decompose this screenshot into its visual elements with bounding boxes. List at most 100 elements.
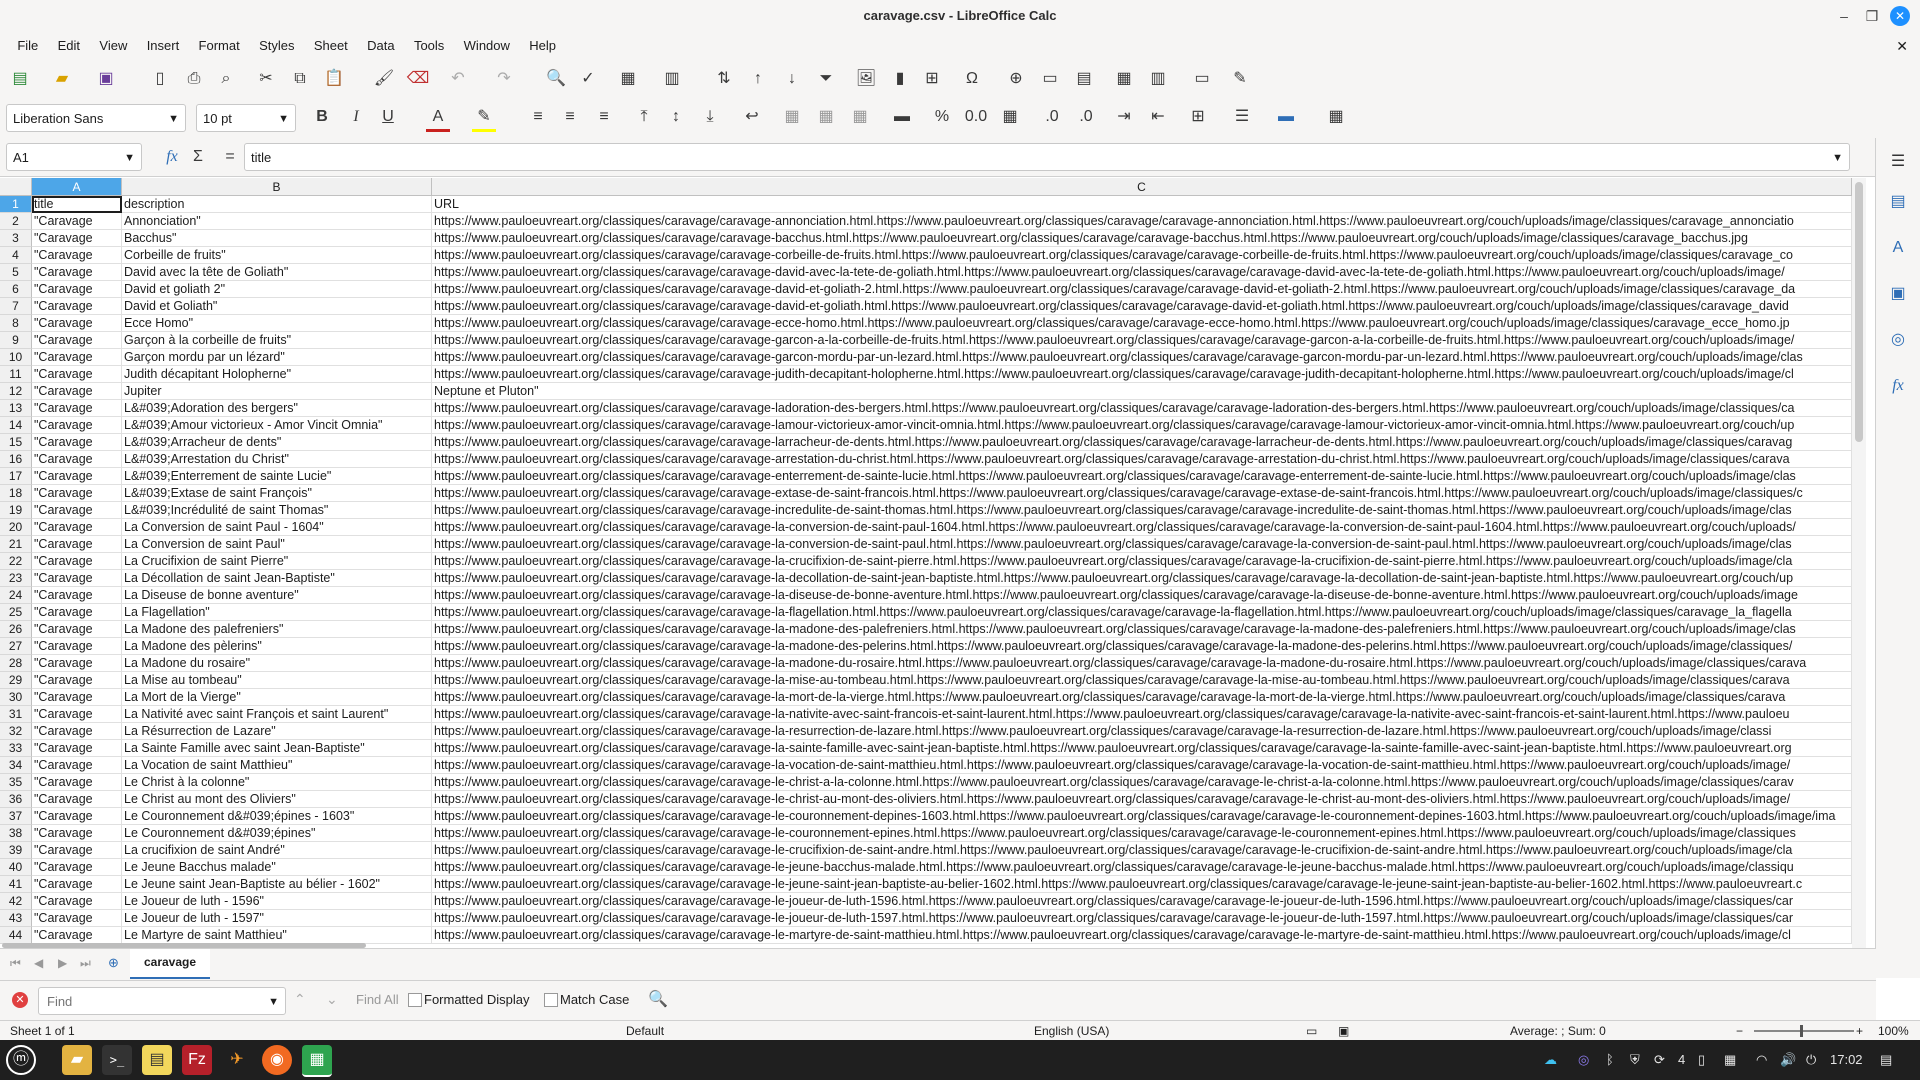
- row-header[interactable]: 21: [0, 536, 32, 553]
- row-header[interactable]: 44: [0, 927, 32, 944]
- row-header[interactable]: 11: [0, 366, 32, 383]
- menu-file[interactable]: File: [9, 32, 46, 60]
- menu-format[interactable]: Format: [191, 32, 248, 60]
- cell-a[interactable]: title: [32, 196, 122, 213]
- shield-icon[interactable]: ⛨: [1630, 1050, 1640, 1070]
- horizontal-scrollbar[interactable]: [2, 943, 366, 948]
- hyperlink-icon[interactable]: ⊕: [1004, 67, 1028, 91]
- cell-a[interactable]: "Caravage: [32, 298, 122, 315]
- find-input[interactable]: [45, 993, 249, 1010]
- row-header[interactable]: 34: [0, 757, 32, 774]
- cell-b[interactable]: Le Jeune saint Jean-Baptiste au bélier -…: [122, 876, 432, 893]
- cell-a[interactable]: "Caravage: [32, 417, 122, 434]
- date-format-icon[interactable]: ▦: [998, 105, 1022, 129]
- menu-window[interactable]: Window: [456, 32, 518, 60]
- language-status[interactable]: English (USA): [1034, 1021, 1109, 1041]
- find-replace-icon[interactable]: 🔍: [544, 67, 568, 91]
- border-style-icon[interactable]: ☰: [1230, 105, 1254, 129]
- chevron-down-icon[interactable]: ▼: [168, 105, 179, 133]
- row-header[interactable]: 37: [0, 808, 32, 825]
- border-color-icon[interactable]: ▬: [1274, 105, 1298, 129]
- pivot-table-icon[interactable]: ⊞: [920, 67, 944, 91]
- row-header[interactable]: 17: [0, 468, 32, 485]
- row-header[interactable]: 25: [0, 604, 32, 621]
- cell-c[interactable]: https://www.pauloeuvreart.org/classiques…: [432, 723, 1852, 740]
- find-replace-icon[interactable]: 🔍: [648, 989, 668, 1009]
- decrease-indent-icon[interactable]: ⇤: [1146, 105, 1170, 129]
- clipboard-icon[interactable]: ▯: [1698, 1050, 1705, 1070]
- notifications-icon[interactable]: ▤: [1880, 1050, 1892, 1070]
- cell-a[interactable]: "Caravage: [32, 485, 122, 502]
- insert-image-icon[interactable]: 🖼: [854, 67, 878, 91]
- show-draw-functions-icon[interactable]: ✎: [1228, 67, 1252, 91]
- menu-sheet[interactable]: Sheet: [306, 32, 356, 60]
- cell-c[interactable]: https://www.pauloeuvreart.org/classiques…: [432, 485, 1852, 502]
- align-top-icon[interactable]: ⤒: [632, 105, 656, 129]
- cell-b[interactable]: Le Jeune Bacchus malade": [122, 859, 432, 876]
- formula-input[interactable]: title ▼: [244, 143, 1850, 171]
- cell-b[interactable]: description: [122, 196, 432, 213]
- freeze-rows-icon[interactable]: ▥: [1146, 67, 1170, 91]
- cell-b[interactable]: L&#039;Enterrement de sainte Lucie": [122, 468, 432, 485]
- row-header[interactable]: 40: [0, 859, 32, 876]
- row-header[interactable]: 39: [0, 842, 32, 859]
- spreadsheet-grid[interactable]: A B C 1 title description URL 2 "Caravage Ann…: [0, 178, 1852, 948]
- formula-button[interactable]: =: [218, 145, 242, 169]
- cell-a[interactable]: "Caravage: [32, 842, 122, 859]
- export-pdf-icon[interactable]: ▯: [148, 67, 172, 91]
- cell-c[interactable]: https://www.pauloeuvreart.org/classiques…: [432, 332, 1852, 349]
- open-folder-icon[interactable]: ▰: [50, 67, 74, 91]
- minimize-button[interactable]: –: [1834, 6, 1854, 26]
- chevron-down-icon[interactable]: ▼: [268, 988, 279, 1016]
- cloud-icon[interactable]: ☁: [1544, 1050, 1557, 1070]
- delete-decimal-icon[interactable]: .0: [1074, 105, 1098, 129]
- menu-view[interactable]: View: [91, 32, 135, 60]
- chevron-down-icon[interactable]: ▼: [124, 144, 135, 172]
- cell-b[interactable]: La Décollation de saint Jean-Baptiste": [122, 570, 432, 587]
- column-header-a[interactable]: A: [32, 178, 122, 196]
- cell-a[interactable]: "Caravage: [32, 774, 122, 791]
- close-document-button[interactable]: ✕: [1896, 32, 1908, 60]
- cell-a[interactable]: "Caravage: [32, 281, 122, 298]
- cell-c[interactable]: https://www.pauloeuvreart.org/classiques…: [432, 859, 1852, 876]
- cell-c[interactable]: https://www.pauloeuvreart.org/classiques…: [432, 468, 1852, 485]
- navigator-icon[interactable]: ◎: [1886, 328, 1910, 352]
- cell-c[interactable]: https://www.pauloeuvreart.org/classiques…: [432, 604, 1852, 621]
- formatted-display-checkbox[interactable]: [408, 993, 422, 1007]
- close-window-button[interactable]: ✕: [1890, 6, 1910, 26]
- cell-c[interactable]: https://www.pauloeuvreart.org/classiques…: [432, 757, 1852, 774]
- app-bird-icon[interactable]: ✈: [222, 1045, 252, 1075]
- cell-c[interactable]: URL: [432, 196, 1852, 213]
- row-header[interactable]: 42: [0, 893, 32, 910]
- cell-c[interactable]: https://www.pauloeuvreart.org/classiques…: [432, 451, 1852, 468]
- cell-c[interactable]: https://www.pauloeuvreart.org/classiques…: [432, 400, 1852, 417]
- properties-icon[interactable]: ▤: [1886, 190, 1910, 214]
- cell-c[interactable]: https://www.pauloeuvreart.org/classiques…: [432, 927, 1852, 944]
- cell-b[interactable]: Ecce Homo": [122, 315, 432, 332]
- cell-c[interactable]: https://www.pauloeuvreart.org/classiques…: [432, 519, 1852, 536]
- cell-b[interactable]: La Nativité avec saint François et saint…: [122, 706, 432, 723]
- merge-center-icon[interactable]: ▦: [780, 105, 804, 129]
- cell-b[interactable]: L&#039;Incrédulité de saint Thomas": [122, 502, 432, 519]
- cell-b[interactable]: Le Couronnement d&#039;épines - 1603": [122, 808, 432, 825]
- row-header[interactable]: 31: [0, 706, 32, 723]
- menu-insert[interactable]: Insert: [139, 32, 188, 60]
- column-header-c[interactable]: C: [432, 178, 1852, 196]
- row-header[interactable]: 33: [0, 740, 32, 757]
- menu-data[interactable]: Data: [359, 32, 402, 60]
- first-sheet-icon[interactable]: ⏮: [10, 956, 21, 971]
- cell-b[interactable]: La Sainte Famille avec saint Jean-Baptis…: [122, 740, 432, 757]
- percent-format-icon[interactable]: %: [930, 105, 954, 129]
- menu-styles[interactable]: Styles: [251, 32, 302, 60]
- cell-c[interactable]: https://www.pauloeuvreart.org/classiques…: [432, 536, 1852, 553]
- cell-a[interactable]: "Caravage: [32, 740, 122, 757]
- cell-c[interactable]: https://www.pauloeuvreart.org/classiques…: [432, 417, 1852, 434]
- cell-a[interactable]: "Caravage: [32, 315, 122, 332]
- row-header[interactable]: 10: [0, 349, 32, 366]
- sheet-tab-caravage[interactable]: caravage: [130, 949, 210, 979]
- cell-c[interactable]: https://www.pauloeuvreart.org/classiques…: [432, 247, 1852, 264]
- print-preview-icon[interactable]: ⌕: [214, 67, 238, 91]
- cell-b[interactable]: Annonciation": [122, 213, 432, 230]
- cell-b[interactable]: David et goliath 2": [122, 281, 432, 298]
- cell-a[interactable]: "Caravage: [32, 706, 122, 723]
